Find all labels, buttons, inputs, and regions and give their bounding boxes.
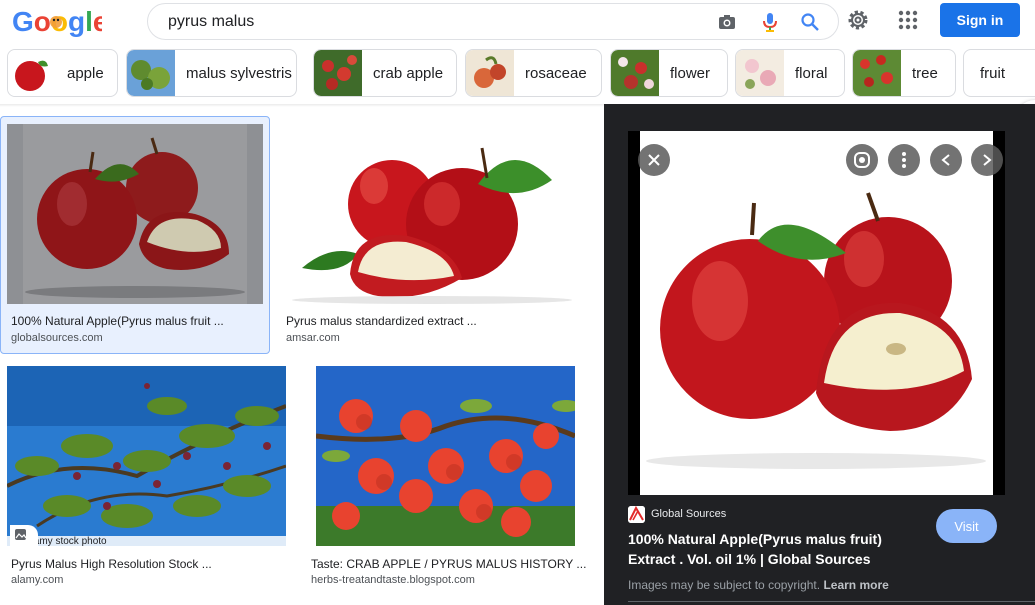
- result-domain: amsar.com: [286, 332, 340, 344]
- more-options-button[interactable]: [888, 144, 920, 176]
- preview-source[interactable]: Global Sources: [628, 505, 726, 523]
- chip-rosaceae[interactable]: rosaceae: [465, 49, 602, 97]
- image-result[interactable]: Taste: CRAB APPLE / PYRUS MALUS HISTORY …: [308, 360, 604, 595]
- chip-tree[interactable]: tree: [852, 49, 956, 97]
- chip-label: rosaceae: [525, 64, 587, 82]
- visit-button[interactable]: Visit: [936, 509, 997, 543]
- search-box: [147, 3, 839, 40]
- chip-label: flower: [670, 64, 711, 82]
- preview-title[interactable]: 100% Natural Apple(Pyrus malus fruit) Ex…: [628, 529, 928, 569]
- source-favicon-icon: [628, 505, 645, 523]
- search-input[interactable]: [168, 10, 708, 34]
- learn-more-link[interactable]: Learn more: [823, 578, 888, 592]
- result-title[interactable]: Pyrus Malus High Resolution Stock ...: [11, 557, 212, 571]
- chip-thumbnail: [127, 50, 175, 96]
- image-result[interactable]: Pyrus malus standardized extract ... ams…: [278, 118, 586, 354]
- chip-thumbnail: [736, 50, 784, 96]
- result-image: [316, 366, 575, 546]
- image-result-selected[interactable]: 100% Natural Apple(Pyrus malus fruit ...…: [0, 116, 270, 354]
- image-watermark: alamy stock photo: [26, 536, 107, 547]
- sign-in-button[interactable]: Sign in: [940, 3, 1020, 37]
- apps-grid-icon[interactable]: [897, 9, 921, 33]
- chevron-left-icon: [941, 154, 950, 166]
- chip-crab-apple[interactable]: crab apple: [313, 49, 457, 97]
- chevron-right-icon: [983, 154, 992, 166]
- chip-label: fruit: [980, 64, 1006, 82]
- search-icon[interactable]: [800, 12, 820, 32]
- result-domain: herbs-treatandtaste.blogspot.com: [311, 574, 475, 586]
- chip-label: crab apple: [373, 64, 444, 82]
- chip-flower[interactable]: flower: [610, 49, 728, 97]
- close-preview-button[interactable]: [638, 144, 670, 176]
- chip-thumbnail: [8, 50, 56, 96]
- chip-floral[interactable]: floral: [735, 49, 845, 97]
- close-icon: [648, 154, 660, 166]
- result-image: [7, 124, 263, 304]
- source-name: Global Sources: [651, 508, 727, 520]
- chip-malus-sylvestris[interactable]: malus sylvestris: [126, 49, 297, 97]
- image-preview-panel: Global Sources 100% Natural Apple(Pyrus …: [604, 104, 1035, 605]
- result-title[interactable]: Pyrus malus standardized extract ...: [286, 314, 477, 328]
- chip-thumbnail: [611, 50, 659, 96]
- header-shadow: [0, 104, 604, 107]
- google-lens-button[interactable]: [846, 144, 878, 176]
- preview-image[interactable]: [628, 131, 1005, 495]
- image-badge: [10, 525, 38, 547]
- related-search-chips: apple malus sylvestris crab apple rosace…: [0, 48, 1035, 140]
- more-vert-icon: [902, 152, 906, 168]
- chip-thumbnail: [466, 50, 514, 96]
- settings-gear-icon[interactable]: [846, 8, 870, 32]
- microphone-icon[interactable]: [760, 12, 780, 32]
- google-logo[interactable]: Google: [12, 6, 108, 38]
- copyright-text: Images may be subject to copyright.: [628, 578, 821, 592]
- copyright-notice: Images may be subject to copyright. Lear…: [628, 578, 889, 592]
- lens-icon: [854, 152, 870, 168]
- chip-label: apple: [67, 64, 104, 82]
- result-domain: globalsources.com: [11, 332, 103, 344]
- chip-fruit[interactable]: fruit: [963, 49, 1035, 97]
- chip-label: malus sylvestris: [186, 64, 292, 82]
- camera-icon[interactable]: [717, 12, 737, 32]
- image-result[interactable]: alamy stock photo Pyrus Malus High Resol…: [0, 360, 292, 595]
- previous-image-button[interactable]: [930, 144, 962, 176]
- chip-label: floral: [795, 64, 828, 82]
- chip-thumbnail: [314, 50, 362, 96]
- result-image: [282, 124, 584, 304]
- result-image: [7, 366, 286, 546]
- chip-label: tree: [912, 64, 938, 82]
- result-domain: alamy.com: [11, 574, 64, 586]
- next-image-button[interactable]: [971, 144, 1003, 176]
- chip-thumbnail: [853, 50, 901, 96]
- chip-apple[interactable]: apple: [7, 49, 118, 97]
- divider: [628, 601, 1035, 602]
- header: Google Sign in: [0, 0, 1035, 44]
- result-title[interactable]: 100% Natural Apple(Pyrus malus fruit ...: [11, 314, 224, 328]
- result-title[interactable]: Taste: CRAB APPLE / PYRUS MALUS HISTORY …: [311, 557, 586, 571]
